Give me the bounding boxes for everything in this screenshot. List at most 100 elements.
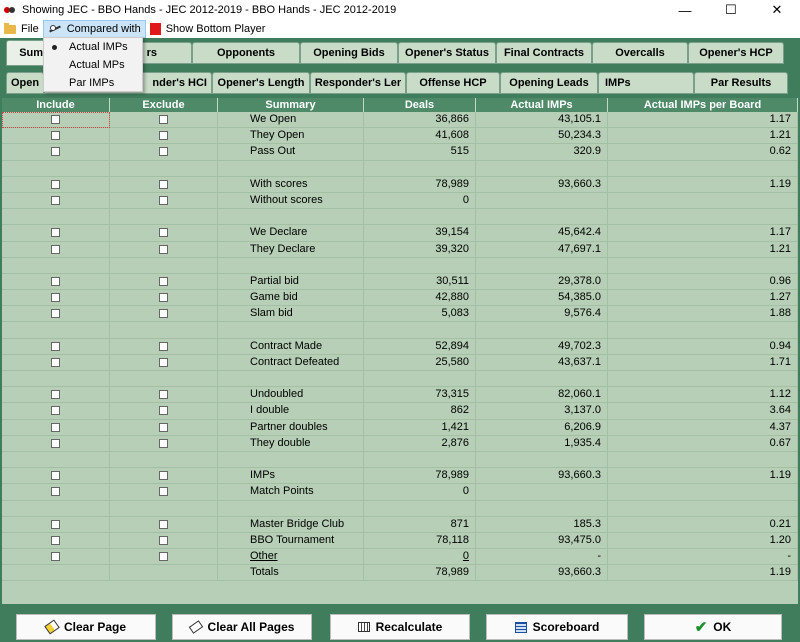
dropdown-item-actual-mps[interactable]: Actual MPs — [44, 57, 142, 74]
exclude-checkbox[interactable] — [159, 487, 168, 497]
exclude-checkbox[interactable] — [159, 276, 168, 286]
menu-show-bottom-player[interactable]: Show Bottom Player — [146, 20, 270, 38]
imps-per-board-cell: 0.94 — [608, 338, 798, 355]
include-checkbox[interactable] — [51, 422, 60, 432]
exclude-cell — [110, 144, 218, 161]
exclude-checkbox[interactable] — [159, 131, 168, 141]
include-checkbox[interactable] — [51, 196, 60, 206]
exclude-checkbox[interactable] — [159, 390, 168, 400]
table-row: They double 2,876 1,935.4 0.67 — [2, 435, 798, 452]
include-checkbox[interactable] — [51, 179, 60, 189]
exclude-checkbox[interactable] — [159, 115, 168, 125]
exclude-cell — [110, 128, 218, 145]
imps-per-board-cell: 1.19 — [608, 176, 798, 193]
tab-par-results[interactable]: Par Results — [694, 72, 788, 94]
exclude-cell — [110, 565, 218, 582]
exclude-checkbox[interactable] — [159, 471, 168, 481]
include-checkbox[interactable] — [51, 535, 60, 545]
include-cell — [2, 451, 110, 469]
include-checkbox[interactable] — [51, 552, 60, 562]
tab-opening-bids[interactable]: Opening Bids — [300, 42, 398, 64]
deals-cell: 39,154 — [364, 225, 476, 242]
exclude-checkbox[interactable] — [159, 422, 168, 432]
tab-responders-length[interactable]: Responder's Ler — [310, 72, 406, 94]
include-checkbox[interactable] — [51, 519, 60, 529]
include-checkbox[interactable] — [51, 438, 60, 448]
tab-imps[interactable]: IMPs — [598, 72, 694, 94]
include-cell — [2, 484, 110, 501]
exclude-checkbox[interactable] — [159, 196, 168, 206]
exclude-cell — [110, 387, 218, 404]
include-checkbox[interactable] — [51, 309, 60, 319]
tab-openers-status[interactable]: Opener's Status — [398, 42, 496, 64]
include-checkbox[interactable] — [51, 147, 60, 157]
exclude-checkbox[interactable] — [159, 552, 168, 562]
include-cell — [2, 387, 110, 404]
header-deals[interactable]: Deals — [364, 98, 476, 112]
actual-imps-cell: 6,206.9 — [476, 419, 608, 436]
include-checkbox[interactable] — [51, 406, 60, 416]
exclude-checkbox[interactable] — [159, 147, 168, 157]
deals-cell — [364, 371, 476, 388]
tab-openers-length[interactable]: Opener's Length — [212, 72, 310, 94]
header-include[interactable]: Include — [2, 98, 110, 112]
exclude-cell — [110, 257, 218, 274]
exclude-checkbox[interactable] — [159, 519, 168, 529]
exclude-checkbox[interactable] — [159, 293, 168, 303]
tab-offense-hcp[interactable]: Offense HCP — [406, 72, 500, 94]
include-checkbox[interactable] — [51, 293, 60, 303]
minimize-button[interactable]: — — [662, 0, 708, 20]
scoreboard-button[interactable]: Scoreboard — [486, 614, 628, 640]
include-checkbox[interactable] — [51, 341, 60, 351]
deals-cell — [364, 451, 476, 469]
tab-overcalls[interactable]: Overcalls — [592, 42, 688, 64]
imps-per-board-cell: 1.19 — [608, 468, 798, 485]
include-checkbox[interactable] — [51, 276, 60, 286]
header-exclude[interactable]: Exclude — [110, 98, 218, 112]
include-checkbox[interactable] — [51, 471, 60, 481]
ok-label: OK — [713, 620, 732, 634]
exclude-checkbox[interactable] — [159, 228, 168, 238]
ok-button[interactable]: ✔ OK — [644, 614, 782, 640]
dropdown-item-actual-imps[interactable]: Actual IMPs — [44, 39, 142, 56]
exclude-checkbox[interactable] — [159, 179, 168, 189]
header-imps-per-board[interactable]: Actual IMPs per Board — [608, 98, 798, 112]
include-checkbox[interactable] — [51, 390, 60, 400]
include-checkbox[interactable] — [51, 115, 60, 125]
dropdown-item-par-imps[interactable]: Par IMPs — [44, 75, 142, 92]
include-checkbox[interactable] — [51, 131, 60, 141]
deals-cell: 41,608 — [364, 128, 476, 145]
exclude-checkbox[interactable] — [159, 244, 168, 254]
header-actual-imps[interactable]: Actual IMPs — [476, 98, 608, 112]
header-summary[interactable]: Summary — [218, 98, 364, 112]
deals-cell: 1,421 — [364, 419, 476, 436]
clear-page-button[interactable]: Clear Page — [16, 614, 156, 640]
clear-all-pages-button[interactable]: Clear All Pages — [172, 614, 312, 640]
include-checkbox[interactable] — [51, 228, 60, 238]
exclude-checkbox[interactable] — [159, 406, 168, 416]
calculator-icon — [357, 622, 370, 632]
deals-cell: 0 — [364, 549, 476, 566]
include-checkbox[interactable] — [51, 357, 60, 367]
tab-final-contracts[interactable]: Final Contracts — [496, 42, 592, 64]
maximize-button[interactable]: ☐ — [708, 0, 754, 20]
tab-openers-hcp-short[interactable]: Open — [6, 72, 44, 94]
summary-cell — [218, 371, 364, 388]
include-checkbox[interactable] — [51, 244, 60, 254]
tab-opening-leads[interactable]: Opening Leads — [500, 72, 598, 94]
exclude-checkbox[interactable] — [159, 357, 168, 367]
include-cell — [2, 565, 110, 582]
tab-opponents[interactable]: Opponents — [192, 42, 300, 64]
close-button[interactable]: ✕ — [754, 0, 800, 20]
include-checkbox[interactable] — [51, 487, 60, 497]
menu-compared-with[interactable]: Compared with — [42, 20, 146, 38]
summary-cell: Undoubled — [218, 387, 364, 404]
exclude-checkbox[interactable] — [159, 341, 168, 351]
recalculate-button[interactable]: Recalculate — [330, 614, 470, 640]
exclude-checkbox[interactable] — [159, 438, 168, 448]
menu-file[interactable]: File — [0, 20, 43, 38]
tab-openers-hcp[interactable]: Opener's HCP — [688, 42, 784, 64]
actual-imps-cell: 320.9 — [476, 144, 608, 161]
exclude-checkbox[interactable] — [159, 535, 168, 545]
exclude-checkbox[interactable] — [159, 309, 168, 319]
